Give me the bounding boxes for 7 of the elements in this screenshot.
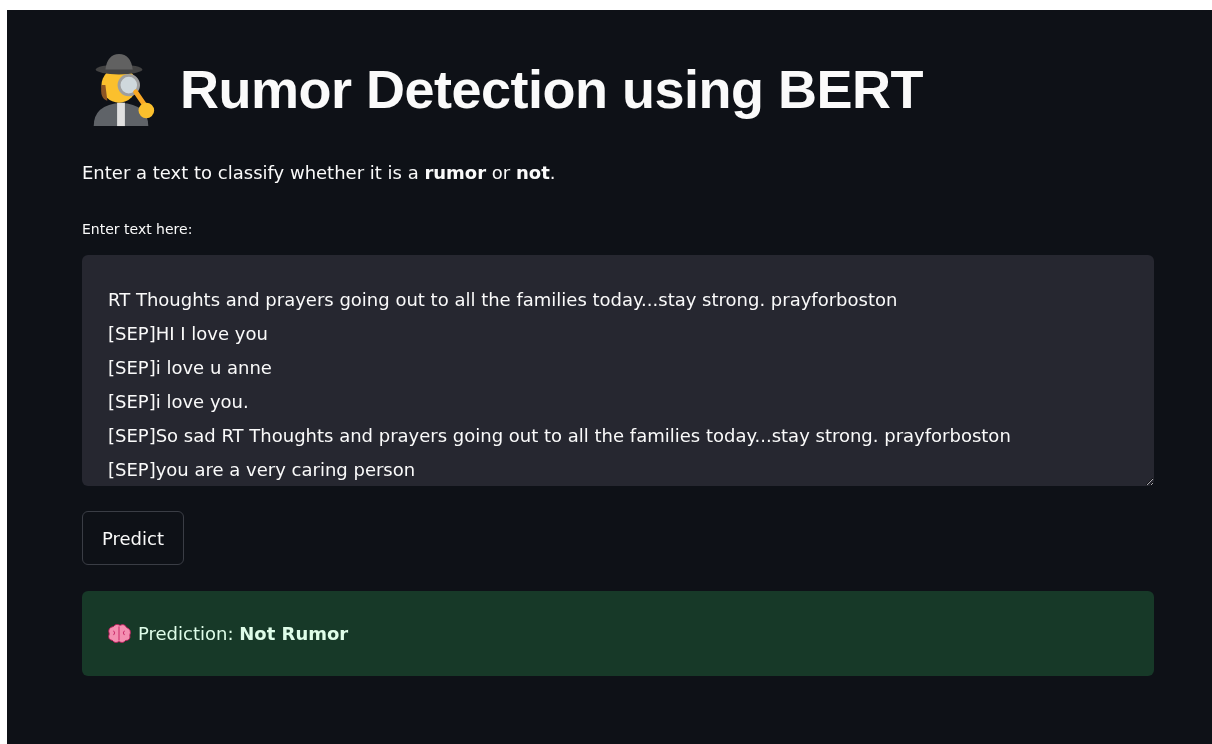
page-title: Rumor Detection using BERT (180, 58, 924, 120)
field-label: Enter text here: (82, 221, 193, 237)
prediction-text: Prediction: Not Rumor (138, 623, 349, 644)
text-area[interactable]: RT Thoughts and prayers going out to all the families today...stay strong. prayforboston [SEP]HI I love you [SEP]i love u anne [SEP]i love you. [SEP]So sad RT Thoughts and prayers going out to all the families today...stay strong. prayforboston [SEP]you are a very caring person (82, 255, 1154, 486)
brain-icon (106, 622, 132, 645)
description: Enter a text to classify whether it is a rumor or not. (82, 162, 556, 183)
predict-button[interactable]: Predict (82, 511, 184, 565)
